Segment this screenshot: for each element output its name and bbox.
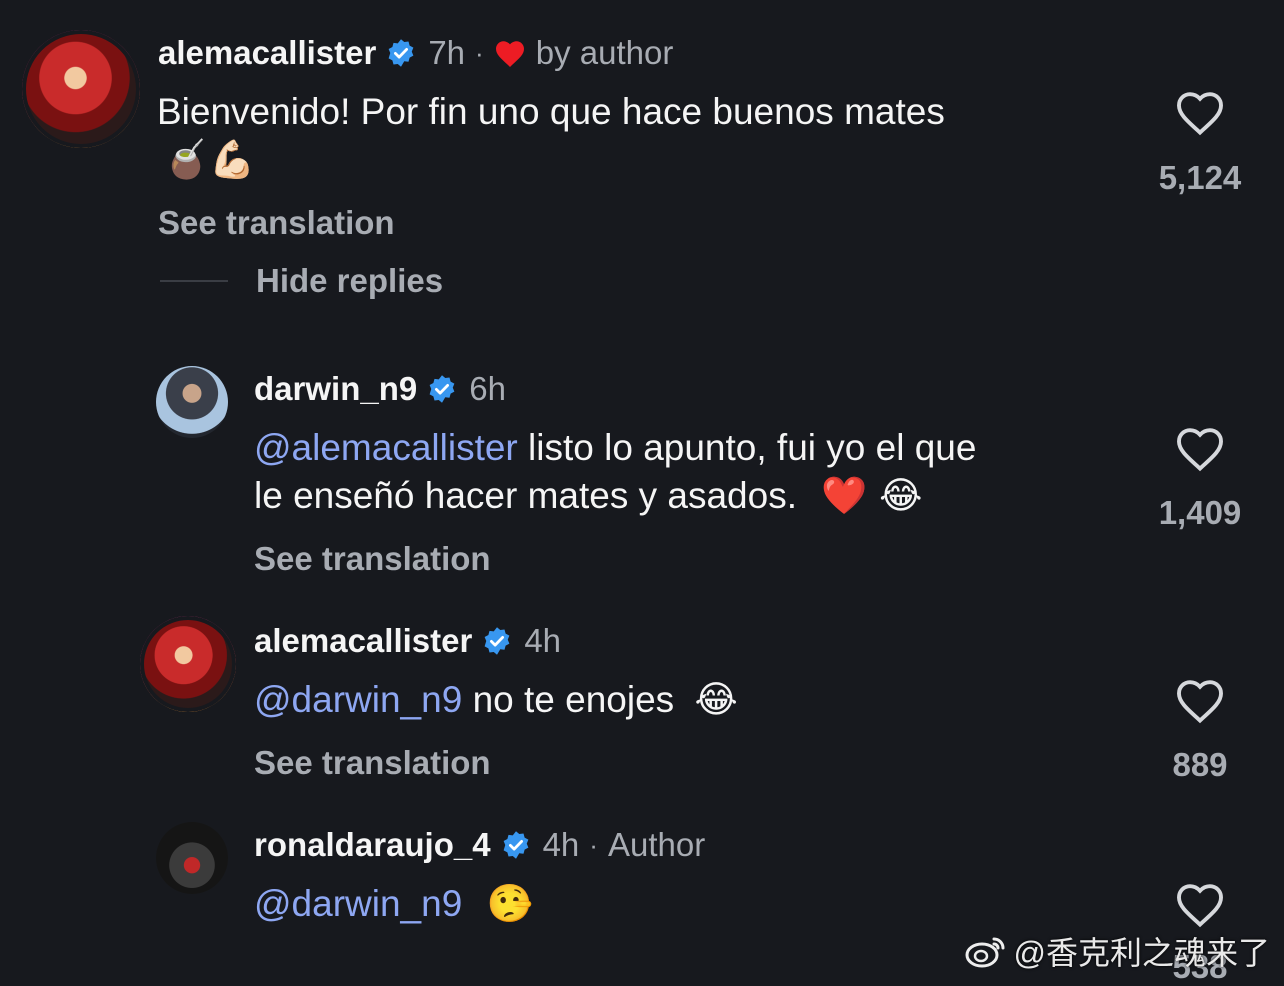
comment-emojis: ❤️ 😂 [821, 474, 923, 517]
watermark-text: @香克利之魂来了 [1013, 935, 1271, 971]
like-heart-icon[interactable] [1174, 424, 1226, 472]
comment-emojis: 😂 [694, 678, 738, 721]
like-heart-icon[interactable] [1174, 880, 1226, 928]
username[interactable]: alemacallister [158, 34, 376, 72]
hide-replies-button[interactable]: Hide replies [256, 262, 443, 300]
comment-text: @darwin_n9 no te enojes 😂 [254, 676, 738, 724]
verified-badge-icon [484, 627, 510, 655]
by-author-label: by author [535, 34, 674, 71]
like-heart-icon[interactable] [1174, 88, 1226, 136]
username[interactable]: darwin_n9 [254, 370, 417, 408]
mention-link[interactable]: @alemacallister [254, 427, 518, 468]
comment-time: 6h [469, 370, 506, 407]
divider [160, 280, 228, 282]
hide-replies-row[interactable]: Hide replies [160, 262, 443, 300]
liked-by-author: by author [494, 34, 674, 72]
comment-text-line2: le enseñó hacer mates y asados. [254, 475, 797, 516]
avatar[interactable] [156, 822, 228, 894]
comment-text-body: no te enojes [462, 679, 675, 720]
comment-emojis: 🧉💪🏻 [163, 138, 256, 181]
comment-time: 4h [542, 826, 580, 863]
comment-text-body: Bienvenido! Por fin uno que hace buenos … [157, 91, 945, 132]
username[interactable]: ronaldaraujo_4 [254, 826, 491, 864]
separator-dot: · [589, 829, 598, 860]
verified-badge-icon [503, 831, 528, 859]
see-translation-link[interactable]: See translation [254, 540, 491, 578]
author-label: Author [607, 826, 706, 863]
separator-dot: · [475, 37, 484, 68]
verified-badge-icon [429, 375, 455, 403]
comment-text: Bienvenido! Por fin uno que hace buenos … [157, 88, 945, 184]
verified-badge-icon [388, 39, 414, 67]
like-heart-icon[interactable] [1174, 676, 1226, 724]
heart-filled-icon [495, 41, 524, 67]
mention-link[interactable]: @darwin_n9 [254, 883, 462, 924]
comment-text: @alemacallister listo lo apunto, fui yo … [254, 424, 976, 520]
like-count: 1,409 [1158, 494, 1242, 531]
weibo-logo-icon [965, 937, 1004, 968]
comment-time: 7h [428, 34, 466, 71]
avatar[interactable] [156, 366, 228, 438]
avatar[interactable] [140, 616, 236, 712]
comment-emojis: 🤥 [486, 882, 533, 925]
comment-text-line1: listo lo apunto, fui yo el que [517, 427, 977, 468]
avatar[interactable] [22, 30, 140, 148]
see-translation-link[interactable]: See translation [158, 204, 395, 242]
username[interactable]: alemacallister [254, 622, 472, 660]
like-count: 5,124 [1158, 159, 1242, 196]
comment-text: @darwin_n9 🤥 [254, 880, 533, 928]
weibo-watermark: @香克利之魂来了 [964, 928, 1271, 974]
comment-time: 4h [524, 622, 562, 659]
like-count: 889 [1172, 746, 1228, 783]
mention-link[interactable]: @darwin_n9 [254, 679, 462, 720]
see-translation-link[interactable]: See translation [254, 744, 491, 782]
